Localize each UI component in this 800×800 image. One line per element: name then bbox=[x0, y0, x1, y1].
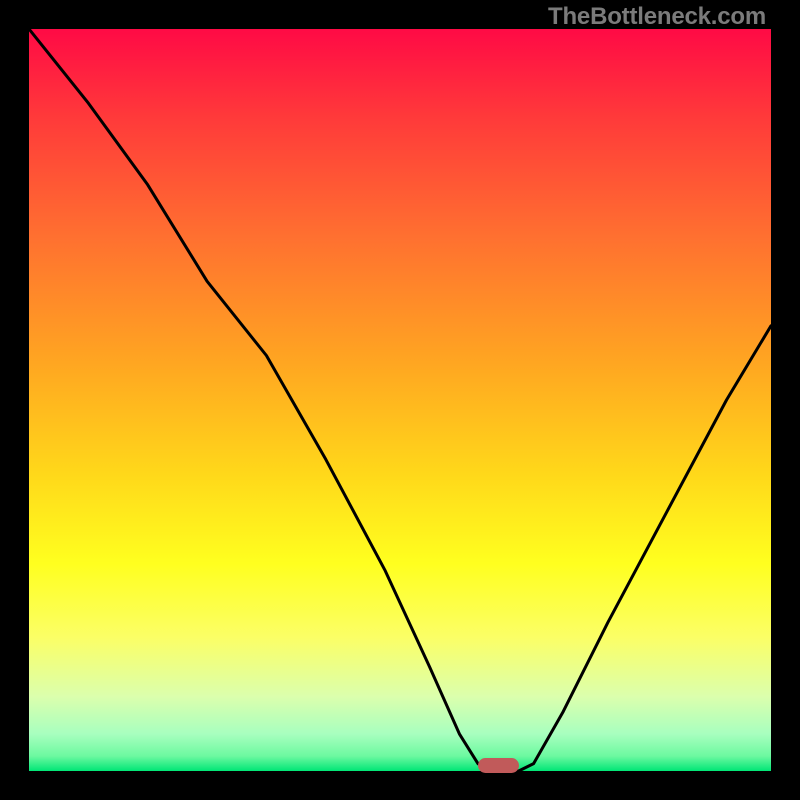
bottleneck-chart bbox=[29, 29, 771, 771]
optimum-marker bbox=[478, 758, 519, 773]
watermark-text: TheBottleneck.com bbox=[548, 3, 766, 31]
bottleneck-curve bbox=[29, 29, 771, 771]
